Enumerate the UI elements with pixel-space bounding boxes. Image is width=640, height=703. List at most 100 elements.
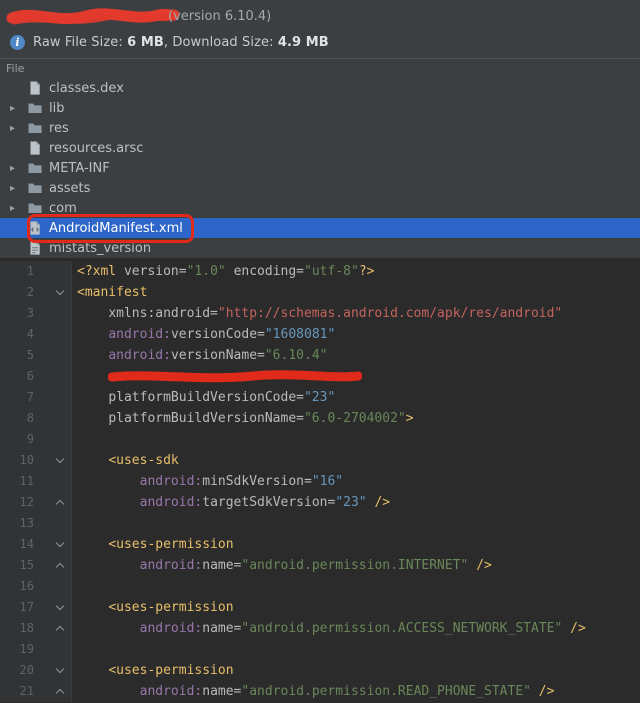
header: (version 6.10.4) i Raw File Size: 6 MB, …	[0, 0, 640, 52]
code-text[interactable]	[72, 429, 77, 450]
code-text[interactable]: <manifest	[72, 282, 147, 303]
code-line-1: 1<?xml version="1.0" encoding="utf-8"?>	[0, 261, 640, 282]
line-number: 11	[0, 471, 38, 492]
code-line-17: 17 <uses-permission	[0, 597, 640, 618]
code-line-15: 15 android:name="android.permission.INTE…	[0, 555, 640, 576]
code-token: ?>	[359, 264, 375, 279]
code-editor[interactable]: 1<?xml version="1.0" encoding="utf-8"?>2…	[0, 258, 640, 703]
tree-item-lib[interactable]: ▸ lib	[0, 98, 640, 118]
fold-start-icon[interactable]	[38, 282, 72, 303]
code-text[interactable]	[72, 513, 77, 534]
code-line-2: 2<manifest	[0, 282, 640, 303]
expand-chevron-icon[interactable]: ▸	[10, 203, 27, 214]
tree-item-classes-dex[interactable]: classes.dex	[0, 78, 640, 98]
package-redaction-scribble-icon	[108, 369, 362, 383]
code-text[interactable]	[72, 366, 362, 387]
code-text[interactable]: <uses-sdk	[72, 450, 179, 471]
code-text[interactable]: <uses-permission	[72, 660, 234, 681]
fold-gutter	[38, 471, 72, 492]
code-line-16: 16	[0, 576, 640, 597]
code-line-14: 14 <uses-permission	[0, 534, 640, 555]
code-text[interactable]: android:versionName="6.10.4"	[72, 345, 327, 366]
size-info-segment: , Download Size:	[164, 35, 278, 50]
editor-lines: 1<?xml version="1.0" encoding="utf-8"?>2…	[0, 261, 640, 702]
fold-chevron-icon	[56, 665, 64, 673]
code-token: android:	[108, 348, 171, 363]
fold-gutter	[38, 429, 72, 450]
fold-start-icon[interactable]	[38, 534, 72, 555]
expand-chevron-icon[interactable]: ▸	[10, 123, 27, 134]
expand-chevron-icon[interactable]: ▸	[10, 183, 27, 194]
code-token: platformBuildVersionCode=	[108, 390, 304, 405]
fold-end-icon[interactable]	[38, 681, 72, 702]
code-token: <uses-permission	[108, 600, 233, 615]
code-text[interactable]: platformBuildVersionName="6.0-2704002">	[72, 408, 414, 429]
fold-chevron-icon	[56, 626, 64, 634]
code-text[interactable]: <?xml version="1.0" encoding="utf-8"?>	[72, 261, 374, 282]
tree-item-res[interactable]: ▸res	[0, 118, 640, 138]
folder-icon	[27, 180, 43, 196]
tree-item-label: AndroidManifest.xml	[49, 221, 183, 236]
code-text[interactable]: android:minSdkVersion="16"	[72, 471, 343, 492]
code-token: <uses-sdk	[108, 453, 178, 468]
code-token: "http://schemas.android.com/apk/res/andr…	[218, 306, 562, 321]
line-number: 12	[0, 492, 38, 513]
code-token: name=	[202, 684, 241, 699]
code-text[interactable]: platformBuildVersionCode="23"	[72, 387, 335, 408]
code-token: "utf-8"	[304, 264, 359, 279]
fold-start-icon[interactable]	[38, 450, 72, 471]
tree-item-resources-arsc[interactable]: resources.arsc	[0, 138, 640, 158]
fold-gutter	[38, 303, 72, 324]
code-text[interactable]: xmlns:android="http://schemas.android.co…	[72, 303, 562, 324]
code-token: android:	[140, 621, 203, 636]
code-text[interactable]: android:targetSdkVersion="23" />	[72, 492, 390, 513]
fold-start-icon[interactable]	[38, 597, 72, 618]
code-line-6: 6	[0, 366, 640, 387]
file-icon	[27, 140, 43, 156]
tree-item-label: lib	[49, 101, 64, 116]
code-token: android:	[140, 684, 203, 699]
code-token: "23"	[304, 390, 335, 405]
tree-item-label: classes.dex	[49, 81, 124, 96]
code-line-8: 8 platformBuildVersionName="6.0-2704002"…	[0, 408, 640, 429]
code-text[interactable]: android:name="android.permission.ACCESS_…	[72, 618, 586, 639]
code-token: "android.permission.ACCESS_NETWORK_STATE…	[241, 621, 562, 636]
tree-item-assets[interactable]: ▸assets	[0, 178, 640, 198]
fold-end-icon[interactable]	[38, 555, 72, 576]
fold-end-icon[interactable]	[38, 492, 72, 513]
code-text[interactable]: android:name="android.permission.INTERNE…	[72, 555, 492, 576]
code-text[interactable]: <uses-permission	[72, 534, 234, 555]
fold-gutter	[38, 324, 72, 345]
code-line-21: 21 android:name="android.permission.READ…	[0, 681, 640, 702]
fold-start-icon[interactable]	[38, 660, 72, 681]
tree-item-label: META-INF	[49, 161, 110, 176]
fold-chevron-icon	[56, 602, 64, 610]
code-token: versionName=	[171, 348, 265, 363]
tree-item-com[interactable]: ▸com	[0, 198, 640, 218]
code-token: name=	[202, 558, 241, 573]
fold-gutter	[38, 387, 72, 408]
tree-item-meta-inf[interactable]: ▸ META-INF	[0, 158, 640, 178]
line-number: 18	[0, 618, 38, 639]
code-text[interactable]: <uses-permission	[72, 597, 234, 618]
expand-chevron-icon[interactable]: ▸	[10, 103, 27, 114]
code-text[interactable]: android:versionCode="1608081"	[72, 324, 335, 345]
code-text[interactable]	[72, 576, 77, 597]
fold-gutter	[38, 261, 72, 282]
fold-chevron-icon	[56, 539, 64, 547]
size-info-row: i Raw File Size: 6 MB, Download Size: 4.…	[8, 32, 632, 52]
fold-chevron-icon	[56, 563, 64, 571]
code-text[interactable]	[72, 639, 77, 660]
code-token: minSdkVersion=	[202, 474, 312, 489]
code-text[interactable]: android:name="android.permission.READ_PH…	[72, 681, 554, 702]
tree-item-androidmanifest-xml[interactable]: AndroidManifest.xml	[0, 218, 640, 238]
line-number: 3	[0, 303, 38, 324]
fold-end-icon[interactable]	[38, 618, 72, 639]
code-token: android:	[140, 474, 203, 489]
line-number: 15	[0, 555, 38, 576]
expand-chevron-icon[interactable]: ▸	[10, 163, 27, 174]
tree-item-mistats-version[interactable]: mistats_version	[0, 238, 640, 258]
line-number: 10	[0, 450, 38, 471]
code-token: "1608081"	[265, 327, 335, 342]
code-token: "1.0"	[187, 264, 234, 279]
